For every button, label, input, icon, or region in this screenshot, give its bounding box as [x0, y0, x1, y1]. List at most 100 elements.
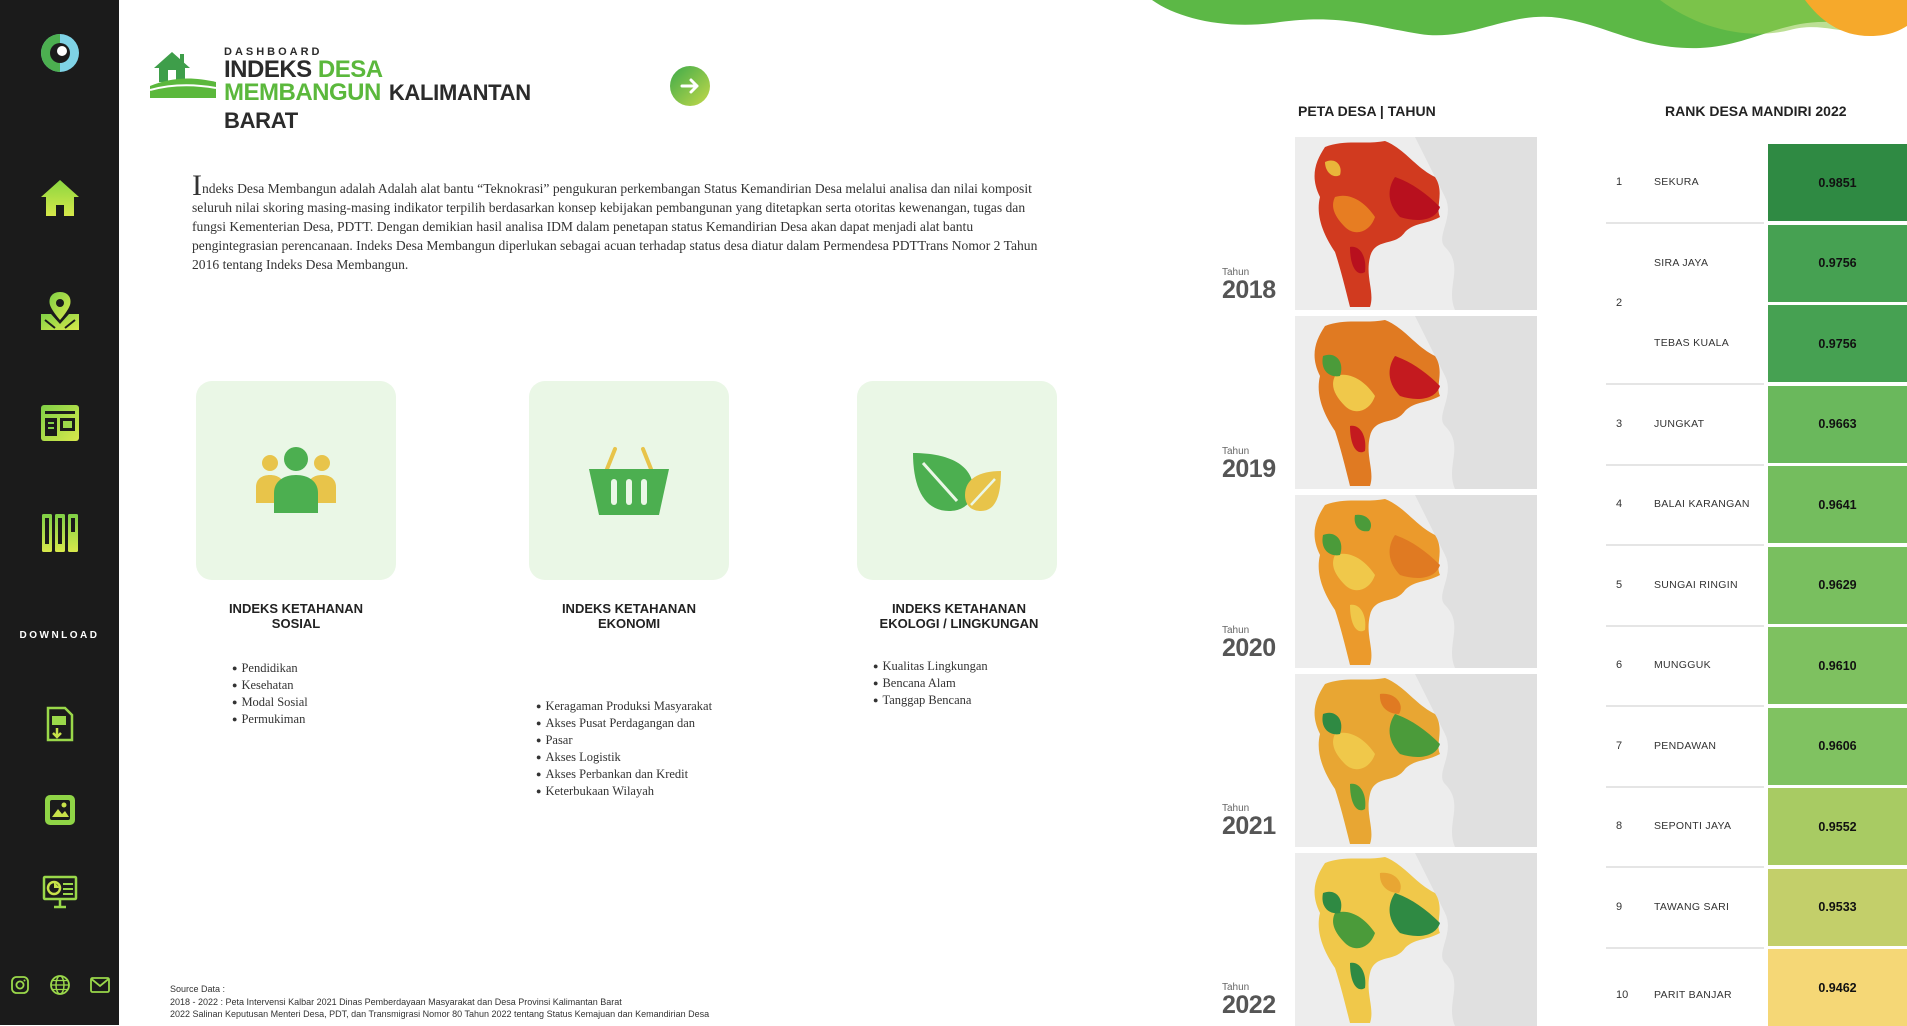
- presentation-icon: [42, 875, 77, 909]
- table-row[interactable]: 2 SIRA JAYA 0.9756: [1606, 224, 1907, 309]
- mail-link[interactable]: [88, 973, 112, 997]
- village-name: TEBAS KUALA: [1654, 337, 1730, 349]
- list-item: Pasar: [536, 732, 726, 749]
- rank-number: 1: [1616, 176, 1623, 188]
- basket-icon: [589, 446, 669, 515]
- source-label: Source Data :: [170, 984, 226, 994]
- source-note: Source Data : 2018 - 2022 : Peta Interve…: [170, 983, 870, 1021]
- app-logo[interactable]: [0, 30, 119, 76]
- arrow-right-icon: [680, 78, 699, 94]
- village-house-icon: [150, 52, 216, 98]
- list-item: Tanggap Bencana: [873, 692, 988, 709]
- map-2018-image: [1314, 137, 1537, 310]
- card-ketahanan-ekonomi[interactable]: [529, 381, 729, 580]
- village-name: SEPONTI JAYA: [1654, 820, 1732, 832]
- map-2021-image: [1314, 674, 1537, 847]
- nav-map[interactable]: [0, 288, 119, 334]
- nav-home[interactable]: [0, 175, 119, 221]
- nav-news[interactable]: [0, 400, 119, 446]
- list-ekonomi: Keragaman Produksi Masyarakat Akses Pusa…: [536, 698, 726, 800]
- sidebar: DOWNLOAD: [0, 0, 119, 1025]
- map-icon: [40, 292, 79, 330]
- nav-library[interactable]: [0, 510, 119, 556]
- year-label-2018: Tahun 2018: [1222, 267, 1276, 304]
- source-line: 2018 - 2022 : Peta Intervensi Kalbar 202…: [170, 996, 622, 1007]
- table-row[interactable]: 1 SEKURA 0.9851: [1606, 144, 1907, 224]
- village-name: MUNGGUK: [1654, 659, 1711, 671]
- table-row[interactable]: 4 BALAI KARANGAN 0.9641: [1606, 466, 1907, 546]
- year-label-2020: Tahun 2020: [1222, 625, 1276, 662]
- header-wave-decoration: [1152, 0, 1907, 49]
- list-item: Keragaman Produksi Masyarakat: [536, 698, 726, 715]
- app-logo-icon: [40, 34, 79, 72]
- village-name: JUNGKAT: [1654, 417, 1705, 430]
- village-name: PENDAWAN: [1654, 739, 1717, 752]
- download-pdf-button[interactable]: [0, 704, 119, 744]
- map-2020[interactable]: [1295, 495, 1537, 668]
- list-item: Akses Logistik: [536, 749, 726, 766]
- table-row[interactable]: 5 SUNGAI RINGIN 0.9629: [1606, 546, 1907, 627]
- table-row[interactable]: 6 MUNGGUK 0.9610: [1606, 627, 1907, 707]
- list-item: Keterbukaan Wilayah: [536, 783, 726, 800]
- list-item: Kualitas Lingkungan: [873, 658, 987, 675]
- rank-number: 3: [1616, 417, 1623, 430]
- mail-icon: [90, 977, 110, 993]
- idm-score: 0.9606: [1768, 707, 1907, 785]
- map-2022[interactable]: [1295, 853, 1537, 1026]
- source-line: 2022 Salinan Keputusan Menteri Desa, PDT…: [170, 1009, 710, 1019]
- next-page-button[interactable]: [670, 66, 710, 106]
- table-row[interactable]: 7 PENDAWAN 0.9606: [1606, 707, 1907, 788]
- village-name: TAWANG SARI: [1654, 900, 1730, 913]
- library-icon: [41, 514, 78, 552]
- instagram-link[interactable]: [8, 973, 32, 997]
- table-row[interactable]: 9 TAWANG SARI 0.9533: [1606, 868, 1907, 949]
- download-presentation-button[interactable]: [0, 872, 119, 912]
- year-label-2022: Tahun 2022: [1222, 982, 1276, 1019]
- table-row[interactable]: 8 SEPONTI JAYA 0.9552: [1606, 788, 1907, 868]
- download-image-button[interactable]: [0, 790, 119, 830]
- village-name: SEKURA: [1654, 176, 1699, 188]
- news-icon: [40, 405, 79, 441]
- intro-paragraph: Indeks Desa Membangun adalah Adalah alat…: [192, 171, 1062, 274]
- table-row[interactable]: 3 JUNGKAT 0.9663: [1606, 385, 1907, 466]
- maps-title: PETA DESA | TAHUN: [1298, 103, 1436, 119]
- list-item: Kesehatan: [232, 677, 308, 694]
- rank-number: 7: [1616, 739, 1623, 752]
- map-2020-image: [1314, 495, 1537, 668]
- idm-score: 0.9552: [1768, 788, 1907, 865]
- idm-score: 0.9756: [1768, 224, 1907, 302]
- table-row[interactable]: TEBAS KUALA 0.9756: [1606, 305, 1907, 385]
- people-icon: [256, 446, 336, 513]
- map-2019-image: [1314, 316, 1537, 489]
- card-ketahanan-ekologi[interactable]: [857, 381, 1057, 580]
- rank-number: 5: [1616, 578, 1623, 591]
- intro-drop-cap: I: [192, 169, 202, 202]
- year-label-2019: Tahun 2019: [1222, 446, 1276, 483]
- idm-score: 0.9641: [1768, 466, 1907, 543]
- table-row[interactable]: 10 PARIT BANJAR 0.9462: [1606, 949, 1907, 1026]
- list-item: Akses Pusat Perdagangan dan: [536, 715, 726, 732]
- website-link[interactable]: [48, 973, 72, 997]
- list-sosial: Pendidikan Kesehatan Modal Sosial Permuk…: [232, 660, 308, 728]
- pdf-download-icon: [46, 706, 73, 742]
- idm-score: 0.9756: [1768, 305, 1907, 382]
- logo-title-line2: MEMBANGUN KALIMANTAN BARAT: [224, 79, 531, 133]
- idm-score: 0.9533: [1768, 868, 1907, 946]
- map-2018[interactable]: [1295, 137, 1537, 310]
- rank-number: 9: [1616, 900, 1623, 913]
- home-icon: [40, 180, 79, 216]
- idm-score: 0.9629: [1768, 546, 1907, 624]
- download-label: DOWNLOAD: [19, 630, 100, 641]
- village-name: SUNGAI RINGIN: [1654, 578, 1738, 591]
- map-2022-image: [1314, 853, 1537, 1026]
- dashboard-logo[interactable]: DASHBOARD INDEKS DESA MEMBANGUN KALIMANTA…: [150, 44, 590, 133]
- year-label-2021: Tahun 2021: [1222, 803, 1276, 840]
- list-item: Akses Perbankan dan Kredit: [536, 766, 726, 783]
- rank-number: 4: [1616, 498, 1623, 510]
- idm-score: 0.9663: [1768, 385, 1907, 463]
- idm-score: 0.9462: [1768, 949, 1907, 1026]
- map-2021[interactable]: [1295, 674, 1537, 847]
- map-2019[interactable]: [1295, 316, 1537, 489]
- rank-number: 8: [1616, 820, 1623, 832]
- card-ketahanan-sosial[interactable]: [196, 381, 396, 580]
